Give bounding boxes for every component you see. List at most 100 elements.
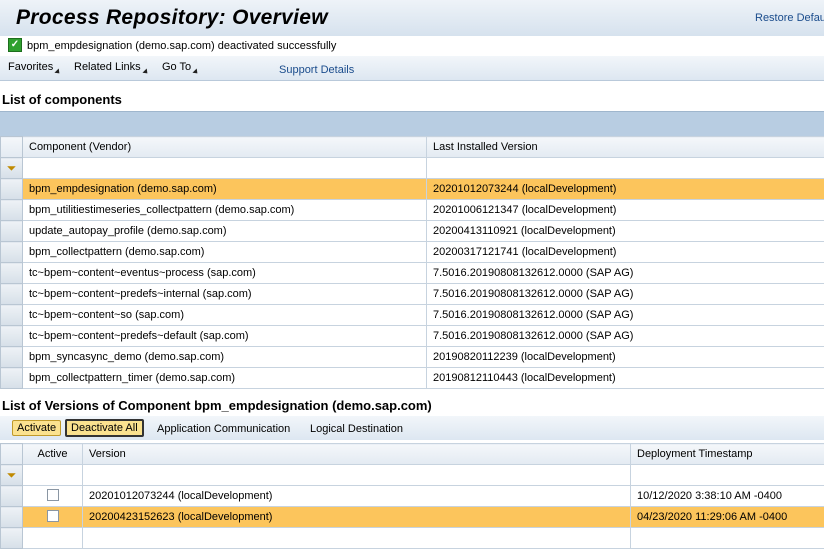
logical-destination-button[interactable]: Logical Destination: [310, 423, 403, 435]
deactivate-all-button[interactable]: Deactivate All: [65, 419, 144, 437]
cell-empty: [23, 528, 83, 549]
message-bar: ✓ bpm_empdesignation (demo.sap.com) deac…: [0, 36, 824, 56]
filter-input-component[interactable]: [23, 158, 427, 179]
row-selector[interactable]: [1, 486, 23, 507]
select-all-cell[interactable]: [1, 137, 23, 158]
table-row[interactable]: tc~bpem~content~predefs~internal (sap.co…: [1, 284, 824, 305]
table-row[interactable]: 20200423152623 (localDevelopment) 04/23/…: [1, 507, 824, 528]
cell-component: bpm_collectpattern (demo.sap.com): [23, 242, 427, 263]
column-header-deployment-timestamp[interactable]: Deployment Timestamp: [631, 444, 824, 465]
row-selector[interactable]: [1, 347, 23, 368]
menu-related-links[interactable]: Related Links: [74, 61, 149, 74]
components-header-row: Component (Vendor) Last Installed Versio…: [1, 137, 824, 158]
versions-section-title: List of Versions of Component bpm_empdes…: [2, 398, 432, 413]
cell-component: bpm_utilitiestimeseries_collectpattern (…: [23, 200, 427, 221]
cell-active: [23, 486, 83, 507]
cell-version: 7.5016.20190808132612.0000 (SAP AG): [427, 326, 824, 347]
menu-favorites-label: Favorites: [8, 61, 53, 73]
active-checkbox[interactable]: [47, 489, 59, 501]
components-table-toolbar: [0, 111, 824, 136]
versions-table: Active Version Deployment Timestamp ⏷ 20…: [0, 443, 824, 549]
versions-filter-row: ⏷: [1, 465, 824, 486]
column-header-component[interactable]: Component (Vendor): [23, 137, 427, 158]
support-details-link[interactable]: Support Details: [279, 64, 354, 76]
cell-component: tc~bpem~content~so (sap.com): [23, 305, 427, 326]
filter-cell[interactable]: ⏷: [1, 465, 23, 486]
menu-go-to-label: Go To: [162, 61, 191, 73]
table-row[interactable]: bpm_collectpattern (demo.sap.com)2020031…: [1, 242, 824, 263]
table-row[interactable]: bpm_empdesignation (demo.sap.com)2020101…: [1, 179, 824, 200]
filter-funnel-icon[interactable]: ⏷: [1, 468, 22, 483]
cell-version: 20200413110921 (localDevelopment): [427, 221, 824, 242]
filter-cell[interactable]: ⏷: [1, 158, 23, 179]
dropdown-arrow-icon: [193, 68, 200, 75]
column-header-last-version[interactable]: Last Installed Version: [427, 137, 824, 158]
page-title: Process Repository: Overview: [16, 6, 328, 30]
row-selector[interactable]: [1, 368, 23, 389]
menu-go-to[interactable]: Go To: [162, 61, 199, 74]
cell-empty: [631, 528, 824, 549]
filter-input-version[interactable]: [83, 465, 631, 486]
restore-defaults-link[interactable]: Restore Defau: [755, 12, 824, 24]
row-selector[interactable]: [1, 305, 23, 326]
table-row[interactable]: bpm_utilitiestimeseries_collectpattern (…: [1, 200, 824, 221]
versions-toolbar: Activate Deactivate All Application Comm…: [0, 416, 824, 440]
cell-component: tc~bpem~content~predefs~internal (sap.co…: [23, 284, 427, 305]
versions-header-row: Active Version Deployment Timestamp: [1, 444, 824, 465]
components-table: Component (Vendor) Last Installed Versio…: [0, 136, 824, 389]
filter-input-active[interactable]: [23, 465, 83, 486]
filter-input-timestamp[interactable]: [631, 465, 824, 486]
cell-timestamp: 04/23/2020 11:29:06 AM -0400: [631, 507, 824, 528]
column-header-active[interactable]: Active: [23, 444, 83, 465]
table-row[interactable]: tc~bpem~content~so (sap.com)7.5016.20190…: [1, 305, 824, 326]
row-selector[interactable]: [1, 263, 23, 284]
success-check-icon: ✓: [8, 38, 22, 52]
menu-favorites[interactable]: Favorites: [8, 61, 61, 74]
application-communication-button[interactable]: Application Communication: [157, 423, 290, 435]
row-selector[interactable]: [1, 507, 23, 528]
active-checkbox[interactable]: [47, 510, 59, 522]
cell-version: 7.5016.20190808132612.0000 (SAP AG): [427, 284, 824, 305]
cell-version: 20200423152623 (localDevelopment): [83, 507, 631, 528]
column-header-version[interactable]: Version: [83, 444, 631, 465]
message-text: bpm_empdesignation (demo.sap.com) deacti…: [27, 40, 336, 52]
row-selector[interactable]: [1, 221, 23, 242]
cell-component: bpm_empdesignation (demo.sap.com): [23, 179, 427, 200]
cell-component: update_autopay_profile (demo.sap.com): [23, 221, 427, 242]
cell-timestamp: 10/12/2020 3:38:10 AM -0400: [631, 486, 824, 507]
dropdown-arrow-icon: [142, 68, 149, 75]
row-selector[interactable]: [1, 200, 23, 221]
table-row[interactable]: bpm_syncasync_demo (demo.sap.com)2019082…: [1, 347, 824, 368]
cell-version: 20190820112239 (localDevelopment): [427, 347, 824, 368]
cell-component: tc~bpem~content~predefs~default (sap.com…: [23, 326, 427, 347]
cell-version: 7.5016.20190808132612.0000 (SAP AG): [427, 305, 824, 326]
activate-button[interactable]: Activate: [12, 420, 61, 436]
table-row[interactable]: update_autopay_profile (demo.sap.com)202…: [1, 221, 824, 242]
cell-empty: [83, 528, 631, 549]
cell-version: 20201012073244 (localDevelopment): [83, 486, 631, 507]
cell-component: bpm_collectpattern_timer (demo.sap.com): [23, 368, 427, 389]
dropdown-arrow-icon: [55, 68, 62, 75]
cell-version: 20190812110443 (localDevelopment): [427, 368, 824, 389]
table-row[interactable]: tc~bpem~content~eventus~process (sap.com…: [1, 263, 824, 284]
row-selector[interactable]: [1, 326, 23, 347]
filter-input-version[interactable]: [427, 158, 824, 179]
table-row[interactable]: tc~bpem~content~predefs~default (sap.com…: [1, 326, 824, 347]
select-all-cell[interactable]: [1, 444, 23, 465]
cell-version: 20201012073244 (localDevelopment): [427, 179, 824, 200]
table-row[interactable]: 20201012073244 (localDevelopment) 10/12/…: [1, 486, 824, 507]
cell-version: 20200317121741 (localDevelopment): [427, 242, 824, 263]
row-selector[interactable]: [1, 242, 23, 263]
row-selector[interactable]: [1, 528, 23, 549]
menu-bar: Favorites Related Links Go To Support De…: [0, 56, 824, 81]
cell-active: [23, 507, 83, 528]
table-row[interactable]: bpm_collectpattern_timer (demo.sap.com)2…: [1, 368, 824, 389]
components-filter-row: ⏷: [1, 158, 824, 179]
row-selector[interactable]: [1, 179, 23, 200]
components-section-title: List of components: [2, 92, 122, 107]
cell-component: tc~bpem~content~eventus~process (sap.com…: [23, 263, 427, 284]
filter-funnel-icon[interactable]: ⏷: [1, 161, 22, 176]
row-selector[interactable]: [1, 284, 23, 305]
cell-component: bpm_syncasync_demo (demo.sap.com): [23, 347, 427, 368]
page-header: Process Repository: Overview Restore Def…: [0, 0, 824, 36]
